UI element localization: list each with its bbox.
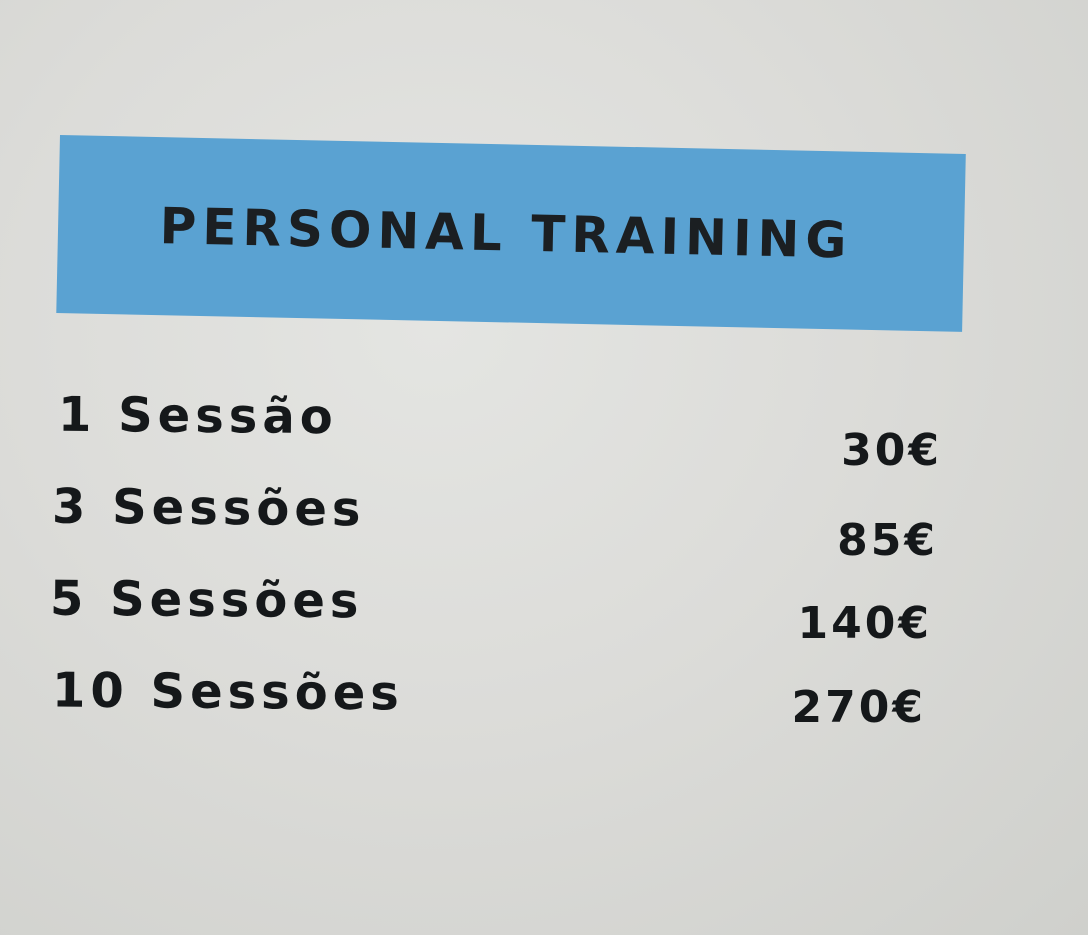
session-label-2: 3 Sessões [51,478,366,538]
header-title: PERSONAL TRAINING [159,197,854,270]
header-band: PERSONAL TRAINING [56,135,966,332]
session-label-1: 1 Sessão [57,386,338,446]
session-price-1: 30€ [841,425,942,476]
session-price-2: 85€ [837,515,938,566]
session-label-4: 10 Sessões [51,662,405,722]
price-sign: PERSONAL TRAINING 1 Sessão 30€ 3 Sessões… [0,0,1088,935]
session-label-3: 5 Sessões [49,570,364,630]
session-price-4: 270€ [791,682,926,733]
session-price-3: 140€ [797,598,932,649]
